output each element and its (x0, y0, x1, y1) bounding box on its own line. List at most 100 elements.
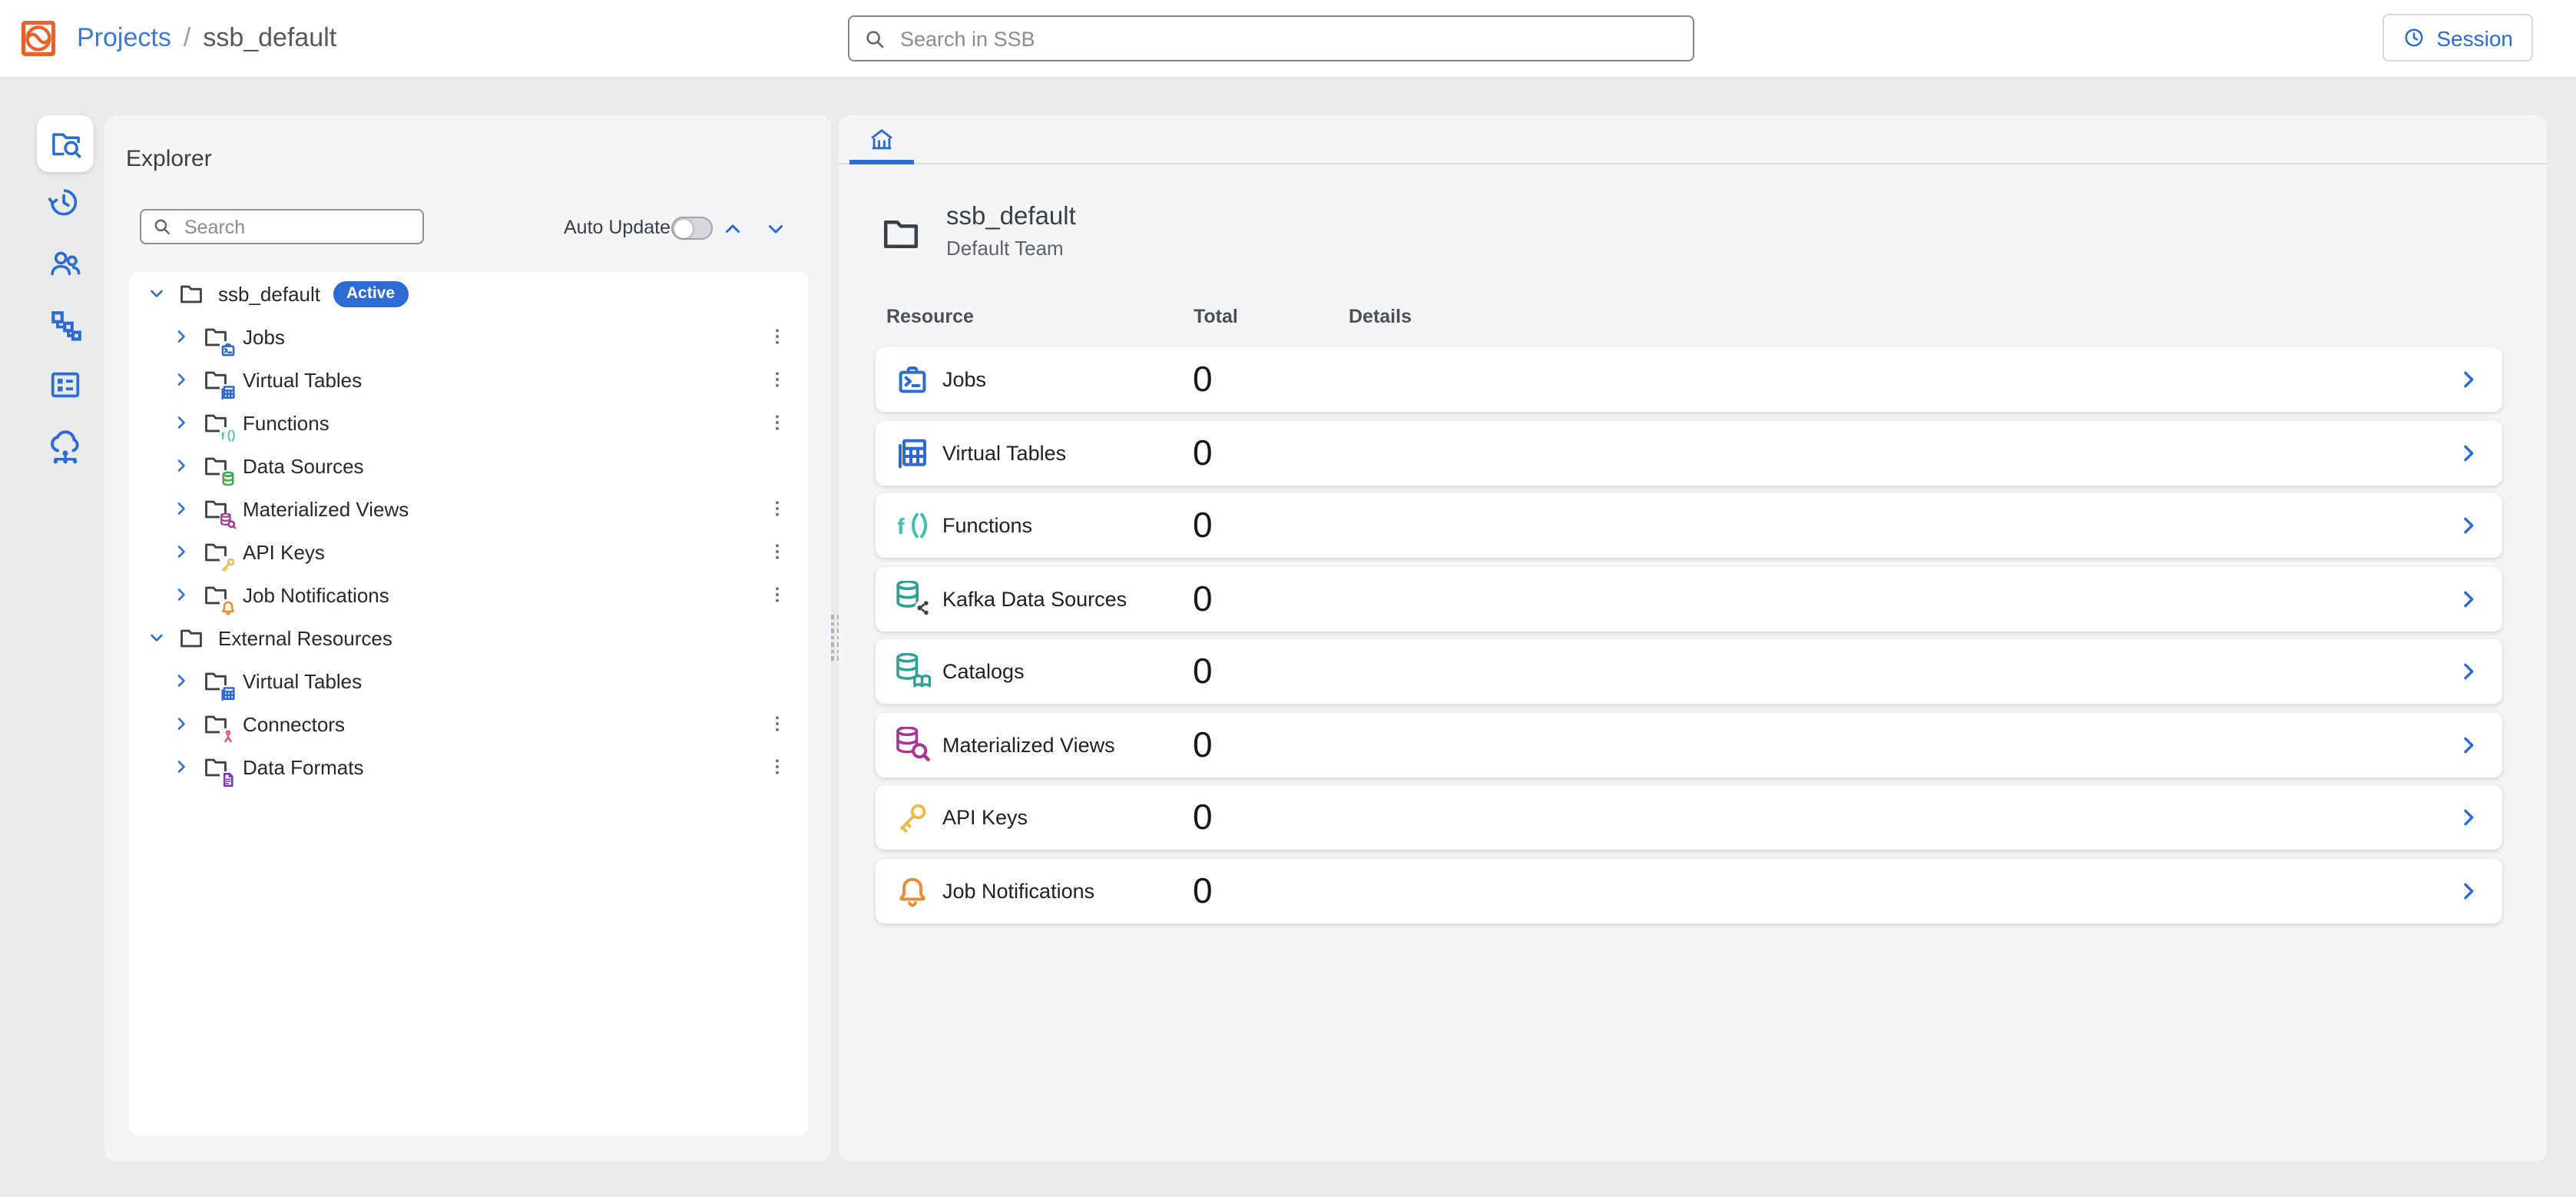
tree-item-data-formats[interactable]: Data Formats (128, 745, 807, 788)
resource-row-api-keys[interactable]: API Keys0 (875, 785, 2502, 850)
kebab-menu-icon[interactable] (766, 584, 787, 605)
tree-item-job-notifications[interactable]: Job Notifications (128, 573, 807, 616)
virtual-tables-icon (893, 434, 930, 471)
rail-item-cloud-resources[interactable] (37, 417, 94, 474)
rail-item-lineage[interactable] (37, 296, 94, 353)
chevron-right-icon[interactable] (172, 499, 190, 518)
chevron-right-icon[interactable] (172, 758, 190, 776)
functions-badge-icon: f (220, 426, 237, 443)
explorer-panel: Explorer Auto Update ssb_defaultActiveJo… (104, 115, 831, 1162)
clock-icon (2402, 26, 2425, 49)
tree-item-api-keys[interactable]: API Keys (128, 530, 807, 573)
cloud-network-icon (46, 426, 84, 465)
project-subtitle: Default Team (946, 237, 1064, 260)
resource-total: 0 (1193, 578, 1213, 619)
column-resource: Resource (886, 306, 974, 327)
chevron-right-icon[interactable] (2456, 878, 2481, 903)
resource-name: Functions (942, 514, 1032, 537)
resource-total: 0 (1193, 505, 1213, 546)
chevron-right-icon[interactable] (172, 715, 190, 733)
chevron-right-icon[interactable] (172, 370, 190, 389)
kebab-menu-icon[interactable] (766, 756, 787, 778)
chevron-right-icon[interactable] (172, 542, 190, 561)
auto-update-toggle[interactable] (671, 217, 713, 240)
folder-search-icon (48, 127, 82, 161)
catalogs-icon (893, 653, 930, 690)
resource-total: 0 (1193, 651, 1213, 692)
session-button[interactable]: Session (2382, 14, 2533, 61)
tree-item-materialized-views[interactable]: Materialized Views (128, 487, 807, 530)
resource-name: API Keys (942, 806, 1028, 829)
jobs-icon (893, 361, 930, 398)
chevron-up-button[interactable] (722, 218, 743, 240)
global-search-input[interactable] (897, 25, 1679, 51)
job-notifications-folder-icon (203, 582, 229, 608)
tree-item-label: External Resources (218, 626, 392, 649)
breadcrumb-projects-link[interactable]: Projects (77, 23, 171, 54)
resource-row-kafka-data-sources[interactable]: Kafka Data Sources0 (875, 566, 2502, 631)
kebab-menu-icon[interactable] (766, 412, 787, 433)
tree-item-label: API Keys (243, 540, 325, 563)
chevron-right-icon[interactable] (172, 327, 190, 346)
functions-folder-icon: f (203, 410, 229, 436)
tree-item-functions[interactable]: fFunctions (128, 401, 807, 444)
tree-item-virtual-tables[interactable]: Virtual Tables (128, 659, 807, 702)
tree-item-virtual-tables[interactable]: Virtual Tables (128, 358, 807, 401)
rail-item-teams[interactable] (37, 234, 94, 291)
resource-row-functions[interactable]: f Functions 0 (875, 493, 2502, 558)
global-search[interactable] (848, 15, 1694, 61)
svg-text:f: f (896, 515, 904, 539)
chevron-right-icon[interactable] (2456, 440, 2481, 465)
column-details: Details (1349, 306, 1412, 327)
chevron-right-icon[interactable] (2456, 367, 2481, 392)
chevron-down-icon[interactable] (147, 284, 166, 303)
chevron-right-icon[interactable] (2456, 586, 2481, 611)
chevron-right-icon[interactable] (2456, 805, 2481, 830)
kafka-data-sources-icon (893, 580, 930, 617)
rail-item-forms[interactable] (37, 356, 94, 413)
tab-home[interactable] (849, 115, 914, 163)
chevron-down-button[interactable] (765, 218, 786, 240)
kebab-menu-icon[interactable] (766, 541, 787, 562)
chevron-right-icon[interactable] (2456, 659, 2481, 684)
auto-update-label: Auto Update (564, 217, 670, 238)
explorer-search-input[interactable] (181, 214, 412, 239)
ssb-logo-icon[interactable] (18, 18, 58, 58)
tree-item-connectors[interactable]: Connectors (128, 702, 807, 745)
kebab-menu-icon[interactable] (766, 713, 787, 734)
tree-item-label: Job Notifications (243, 583, 389, 606)
breadcrumb-separator: / (184, 23, 190, 54)
chevron-right-icon[interactable] (172, 585, 190, 604)
chevron-down-icon[interactable] (147, 628, 166, 647)
kebab-menu-icon[interactable] (766, 498, 787, 519)
tree-item-label: Data Formats (243, 755, 364, 778)
explorer-search[interactable] (140, 209, 424, 244)
resource-row-virtual-tables[interactable]: Virtual Tables0 (875, 420, 2502, 485)
chevron-right-icon[interactable] (2456, 513, 2481, 538)
materialized-views-folder-icon (203, 496, 229, 522)
tree-item-ssb-default[interactable]: ssb_defaultActive (128, 272, 807, 315)
chevron-right-icon[interactable] (2456, 732, 2481, 757)
resource-name: Job Notifications (942, 879, 1094, 902)
home-icon (868, 125, 896, 153)
kebab-menu-icon[interactable] (766, 326, 787, 347)
tree-item-jobs[interactable]: Jobs (128, 315, 807, 358)
resource-row-catalogs[interactable]: Catalogs0 (875, 639, 2502, 704)
project-title: ssb_default (946, 203, 1076, 232)
kebab-menu-icon[interactable] (766, 369, 787, 390)
tree-item-external-resources[interactable]: External Resources (128, 616, 807, 659)
resource-row-jobs[interactable]: Jobs0 (875, 347, 2502, 412)
rail-item-explorer[interactable] (37, 115, 94, 172)
resource-row-job-notifications[interactable]: Job Notifications0 (875, 858, 2502, 923)
tree-item-data-sources[interactable]: Data Sources (128, 444, 807, 487)
active-tab-indicator (849, 160, 914, 164)
data-sources-folder-icon (203, 453, 229, 479)
chevron-right-icon[interactable] (172, 671, 190, 690)
svg-text:f: f (221, 429, 225, 441)
chevron-right-icon[interactable] (172, 456, 190, 475)
chevron-right-icon[interactable] (172, 413, 190, 432)
explorer-tree: ssb_defaultActiveJobsVirtual TablesfFunc… (128, 272, 807, 1136)
resource-row-materialized-views[interactable]: Materialized Views0 (875, 712, 2502, 777)
rail-item-history[interactable] (37, 174, 94, 230)
breadcrumb-current: ssb_default (203, 23, 336, 54)
